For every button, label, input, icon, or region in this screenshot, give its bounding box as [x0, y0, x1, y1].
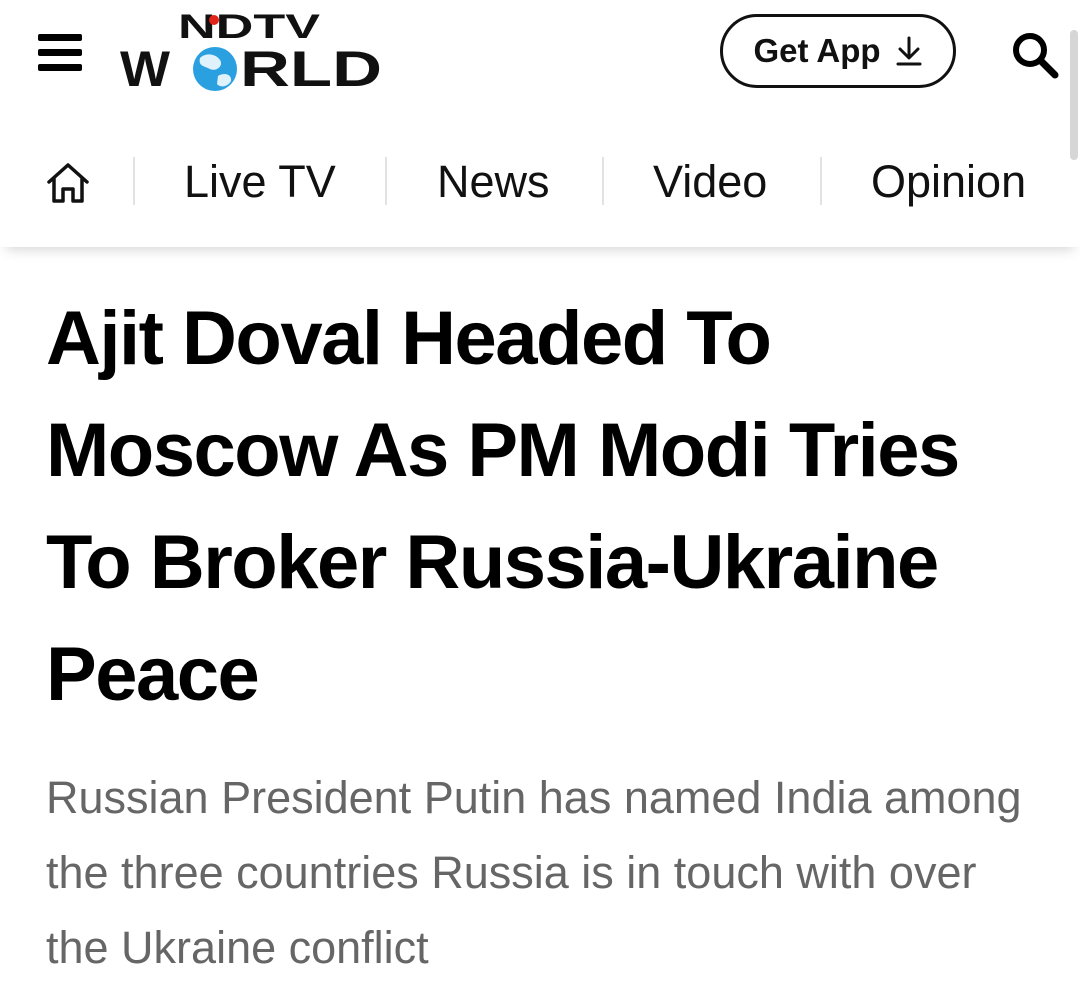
search-icon[interactable]: [1010, 30, 1060, 80]
ndtv-world-logo[interactable]: NDTV W RLD: [120, 6, 385, 96]
nav-item-video[interactable]: Video: [653, 152, 767, 212]
logo-red-dot: [209, 15, 219, 25]
nav-divider: [820, 157, 822, 205]
get-app-button[interactable]: Get App: [720, 14, 956, 88]
logo-letters-rld: RLD: [240, 41, 382, 96]
nav-item-news[interactable]: News: [437, 152, 550, 212]
home-icon[interactable]: [44, 160, 92, 206]
article-summary: Russian President Putin has named India …: [46, 772, 1022, 973]
get-app-label: Get App: [753, 32, 881, 69]
globe-icon: [193, 47, 237, 91]
page: NDTV W RLD Get App Live TV News Video Op…: [0, 0, 1080, 1000]
site-header: NDTV W RLD Get App Live TV News Video Op…: [0, 0, 1080, 247]
nav-divider: [133, 157, 135, 205]
nav-item-live-tv[interactable]: Live TV: [184, 152, 336, 212]
nav-divider: [602, 157, 604, 205]
main-nav: Live TV News Video Opinion: [0, 130, 1080, 230]
logo-letter-w: W: [120, 41, 171, 96]
article-headline: Ajit Doval Headed To Moscow As PM Modi T…: [46, 296, 960, 717]
nav-item-opinion[interactable]: Opinion: [871, 152, 1026, 212]
nav-divider: [385, 157, 387, 205]
hamburger-menu-icon[interactable]: [38, 34, 82, 72]
download-arrow-icon: [896, 36, 922, 66]
